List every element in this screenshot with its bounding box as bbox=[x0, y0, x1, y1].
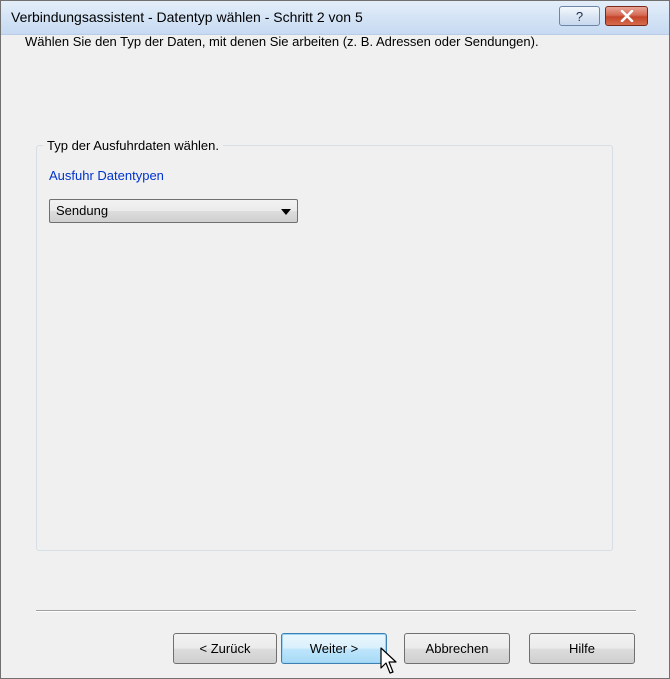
intro-text: Wählen Sie den Typ der Daten, mit denen … bbox=[25, 34, 539, 49]
next-button[interactable]: Weiter > bbox=[281, 633, 387, 664]
wizard-dialog: Verbindungsassistent - Datentyp wählen -… bbox=[0, 0, 670, 679]
data-type-select[interactable]: Sendung bbox=[49, 199, 298, 223]
window-title: Verbindungsassistent - Datentyp wählen -… bbox=[11, 9, 363, 25]
close-x-icon bbox=[620, 10, 633, 22]
mouse-pointer-icon bbox=[380, 647, 397, 674]
cancel-button[interactable]: Abbrechen bbox=[404, 633, 510, 664]
help-button[interactable]: Hilfe bbox=[529, 633, 635, 664]
title-bar[interactable]: Verbindungsassistent - Datentyp wählen -… bbox=[1, 1, 669, 35]
data-type-label: Ausfuhr Datentypen bbox=[49, 168, 164, 183]
back-button[interactable]: < Zurück bbox=[173, 633, 277, 664]
data-type-selected-value: Sendung bbox=[56, 203, 109, 218]
help-question-icon: ? bbox=[575, 8, 584, 24]
group-title: Typ der Ausfuhrdaten wählen. bbox=[43, 138, 224, 153]
title-help-button[interactable]: ? bbox=[559, 6, 600, 26]
footer-separator bbox=[36, 610, 636, 612]
title-close-button[interactable] bbox=[605, 6, 648, 26]
chevron-down-icon bbox=[281, 209, 291, 215]
